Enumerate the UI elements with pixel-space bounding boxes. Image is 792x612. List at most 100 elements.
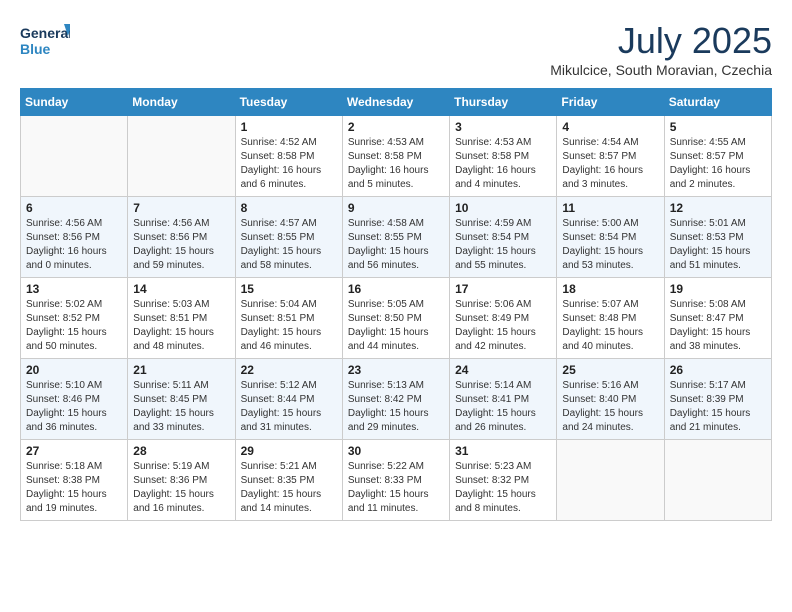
calendar-cell: 12 Sunrise: 5:01 AMSunset: 8:53 PMDayligh… — [664, 197, 771, 278]
calendar-cell: 16Sunrise: 5:05 AMSunset: 8:50 PMDayligh… — [342, 278, 449, 359]
calendar-cell: 7 Sunrise: 4:56 AMSunset: 8:56 PMDaylight… — [128, 197, 235, 278]
calendar-cell: 23Sunrise: 5:13 AMSunset: 8:42 PMDayligh… — [342, 359, 449, 440]
header-thursday: Thursday — [450, 89, 557, 116]
calendar-cell: 20 Sunrise: 5:10 AMSunset: 8:46 PMDayligh… — [21, 359, 128, 440]
day-number: 11 — [562, 201, 658, 215]
calendar-cell: 5Sunrise: 4:55 AMSunset: 8:57 PMDaylight… — [664, 116, 771, 197]
day-info: Sunrise: 5:02 AMSunset: 8:52 PMDaylight:… — [26, 298, 122, 354]
day-info: Sunrise: 4:58 AMSunset: 8:55 PMDaylight:… — [348, 217, 444, 273]
day-number: 7 — [133, 201, 229, 215]
location-subtitle: Mikulcice, South Moravian, Czechia — [550, 62, 772, 78]
day-number: 28 — [133, 444, 229, 458]
calendar-cell: 11 Sunrise: 5:00 AMSunset: 8:54 PMDayligh… — [557, 197, 664, 278]
week-row-4: 20 Sunrise: 5:10 AMSunset: 8:46 PMDayligh… — [21, 359, 772, 440]
header-friday: Friday — [557, 89, 664, 116]
calendar-cell: 27Sunrise: 5:18 AMSunset: 8:38 PMDayligh… — [21, 440, 128, 521]
day-number: 21 — [133, 363, 229, 377]
calendar-cell: 28 Sunrise: 5:19 AMSunset: 8:36 PMDayligh… — [128, 440, 235, 521]
calendar-cell — [128, 116, 235, 197]
week-row-3: 13 Sunrise: 5:02 AMSunset: 8:52 PMDayligh… — [21, 278, 772, 359]
day-info: Sunrise: 5:22 AMSunset: 8:33 PMDaylight:… — [348, 460, 444, 516]
day-info: Sunrise: 5:23 AMSunset: 8:32 PMDaylight:… — [455, 460, 551, 516]
day-info: Sunrise: 5:06 AMSunset: 8:49 PMDaylight:… — [455, 298, 551, 354]
day-number: 5 — [670, 120, 766, 134]
day-info: Sunrise: 5:10 AMSunset: 8:46 PMDaylight:… — [26, 379, 122, 435]
calendar-cell: 24 Sunrise: 5:14 AMSunset: 8:41 PMDayligh… — [450, 359, 557, 440]
svg-text:Blue: Blue — [20, 41, 51, 57]
calendar-cell: 31Sunrise: 5:23 AMSunset: 8:32 PMDayligh… — [450, 440, 557, 521]
day-info: Sunrise: 5:19 AMSunset: 8:36 PMDaylight:… — [133, 460, 229, 516]
day-number: 8 — [241, 201, 337, 215]
day-number: 18 — [562, 282, 658, 296]
day-number: 29 — [241, 444, 337, 458]
calendar-cell: 3 Sunrise: 4:53 AMSunset: 8:58 PMDaylight… — [450, 116, 557, 197]
day-number: 20 — [26, 363, 122, 377]
day-number: 26 — [670, 363, 766, 377]
calendar-cell: 17 Sunrise: 5:06 AMSunset: 8:49 PMDayligh… — [450, 278, 557, 359]
day-info: Sunrise: 5:14 AMSunset: 8:41 PMDaylight:… — [455, 379, 551, 435]
header-monday: Monday — [128, 89, 235, 116]
day-info: Sunrise: 4:54 AMSunset: 8:57 PMDaylight:… — [562, 136, 658, 192]
week-row-1: 1 Sunrise: 4:52 AMSunset: 8:58 PMDaylight… — [21, 116, 772, 197]
svg-text:General: General — [20, 25, 70, 41]
header-sunday: Sunday — [21, 89, 128, 116]
day-number: 24 — [455, 363, 551, 377]
day-info: Sunrise: 5:08 AMSunset: 8:47 PMDaylight:… — [670, 298, 766, 354]
day-number: 14 — [133, 282, 229, 296]
calendar-cell: 1 Sunrise: 4:52 AMSunset: 8:58 PMDaylight… — [235, 116, 342, 197]
day-info: Sunrise: 5:04 AMSunset: 8:51 PMDaylight:… — [241, 298, 337, 354]
calendar-cell: 25 Sunrise: 5:16 AMSunset: 8:40 PMDayligh… — [557, 359, 664, 440]
day-number: 3 — [455, 120, 551, 134]
day-number: 16 — [348, 282, 444, 296]
day-number: 19 — [670, 282, 766, 296]
day-number: 22 — [241, 363, 337, 377]
header-saturday: Saturday — [664, 89, 771, 116]
day-info: Sunrise: 5:17 AMSunset: 8:39 PMDaylight:… — [670, 379, 766, 435]
calendar-cell — [21, 116, 128, 197]
calendar-cell: 18 Sunrise: 5:07 AMSunset: 8:48 PMDayligh… — [557, 278, 664, 359]
day-info: Sunrise: 4:52 AMSunset: 8:58 PMDaylight:… — [241, 136, 337, 192]
calendar-cell: 29 Sunrise: 5:21 AMSunset: 8:35 PMDayligh… — [235, 440, 342, 521]
day-number: 27 — [26, 444, 122, 458]
calendar-cell: 14Sunrise: 5:03 AMSunset: 8:51 PMDayligh… — [128, 278, 235, 359]
header-tuesday: Tuesday — [235, 89, 342, 116]
logo: General Blue — [20, 20, 70, 64]
day-info: Sunrise: 5:16 AMSunset: 8:40 PMDaylight:… — [562, 379, 658, 435]
day-info: Sunrise: 5:12 AMSunset: 8:44 PMDaylight:… — [241, 379, 337, 435]
header-wednesday: Wednesday — [342, 89, 449, 116]
day-info: Sunrise: 4:56 AMSunset: 8:56 PMDaylight:… — [26, 217, 122, 273]
week-row-2: 6 Sunrise: 4:56 AMSunset: 8:56 PMDaylight… — [21, 197, 772, 278]
day-info: Sunrise: 4:57 AMSunset: 8:55 PMDaylight:… — [241, 217, 337, 273]
day-info: Sunrise: 4:53 AMSunset: 8:58 PMDaylight:… — [455, 136, 551, 192]
day-info: Sunrise: 5:13 AMSunset: 8:42 PMDaylight:… — [348, 379, 444, 435]
day-info: Sunrise: 4:56 AMSunset: 8:56 PMDaylight:… — [133, 217, 229, 273]
day-number: 10 — [455, 201, 551, 215]
day-number: 1 — [241, 120, 337, 134]
calendar-cell: 8 Sunrise: 4:57 AMSunset: 8:55 PMDaylight… — [235, 197, 342, 278]
day-info: Sunrise: 5:00 AMSunset: 8:54 PMDaylight:… — [562, 217, 658, 273]
calendar-cell: 15Sunrise: 5:04 AMSunset: 8:51 PMDayligh… — [235, 278, 342, 359]
calendar-cell — [557, 440, 664, 521]
day-number: 13 — [26, 282, 122, 296]
day-number: 6 — [26, 201, 122, 215]
day-info: Sunrise: 5:21 AMSunset: 8:35 PMDaylight:… — [241, 460, 337, 516]
day-number: 17 — [455, 282, 551, 296]
day-number: 9 — [348, 201, 444, 215]
calendar-cell: 22 Sunrise: 5:12 AMSunset: 8:44 PMDayligh… — [235, 359, 342, 440]
calendar-cell: 4 Sunrise: 4:54 AMSunset: 8:57 PMDaylight… — [557, 116, 664, 197]
calendar-cell: 10Sunrise: 4:59 AMSunset: 8:54 PMDayligh… — [450, 197, 557, 278]
calendar-cell: 19 Sunrise: 5:08 AMSunset: 8:47 PMDayligh… — [664, 278, 771, 359]
day-number: 25 — [562, 363, 658, 377]
calendar-cell: 26 Sunrise: 5:17 AMSunset: 8:39 PMDayligh… — [664, 359, 771, 440]
calendar-cell: 2Sunrise: 4:53 AMSunset: 8:58 PMDaylight… — [342, 116, 449, 197]
day-info: Sunrise: 5:07 AMSunset: 8:48 PMDaylight:… — [562, 298, 658, 354]
day-info: Sunrise: 4:53 AMSunset: 8:58 PMDaylight:… — [348, 136, 444, 192]
calendar-table: Sunday Monday Tuesday Wednesday Thursday… — [20, 88, 772, 521]
day-number: 4 — [562, 120, 658, 134]
day-info: Sunrise: 5:11 AMSunset: 8:45 PMDaylight:… — [133, 379, 229, 435]
day-number: 12 — [670, 201, 766, 215]
calendar-cell: 13 Sunrise: 5:02 AMSunset: 8:52 PMDayligh… — [21, 278, 128, 359]
calendar-cell: 21 Sunrise: 5:11 AMSunset: 8:45 PMDayligh… — [128, 359, 235, 440]
day-info: Sunrise: 5:01 AMSunset: 8:53 PMDaylight:… — [670, 217, 766, 273]
page-header: General Blue July 2025 Mikulcice, South … — [20, 20, 772, 78]
